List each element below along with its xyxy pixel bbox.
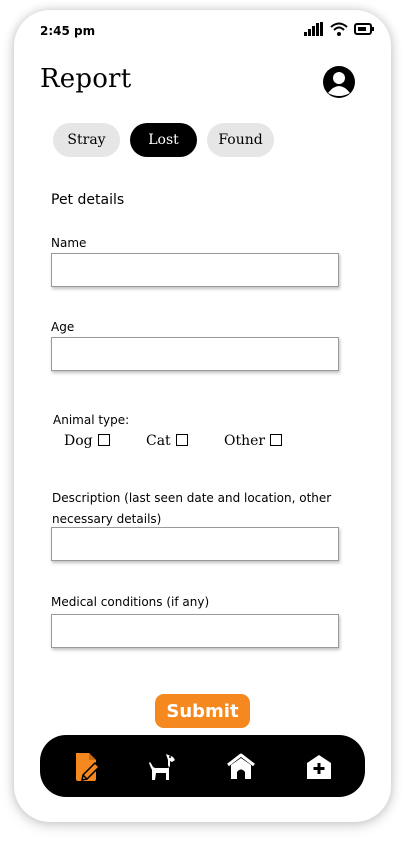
shelter-add-icon[interactable] (303, 751, 335, 783)
description-input[interactable] (52, 528, 338, 560)
page-title: Report (40, 64, 132, 94)
animal-type-label: Animal type: (53, 413, 130, 427)
name-label: Name (51, 236, 87, 250)
tab-found[interactable]: Found (207, 123, 274, 157)
description-label: Description (last seen date and location… (52, 491, 332, 526)
submit-button[interactable]: Submit (155, 694, 250, 728)
name-field-box (51, 253, 339, 287)
status-icons (304, 22, 374, 36)
medical-field-box (51, 614, 339, 648)
option-cat: Cat (146, 433, 188, 449)
cat-checkbox[interactable] (175, 433, 188, 446)
battery-icon (354, 23, 374, 35)
home-icon[interactable] (225, 751, 257, 783)
option-cat-label: Cat (146, 433, 171, 449)
medical-input[interactable] (52, 615, 338, 647)
age-input[interactable] (52, 338, 338, 370)
report-document-icon[interactable] (71, 751, 103, 783)
age-label: Age (51, 320, 75, 334)
status-time: 2:45 pm (40, 24, 96, 38)
user-avatar-icon[interactable] (322, 65, 356, 99)
name-input[interactable] (52, 254, 338, 286)
dog-icon[interactable] (146, 751, 178, 783)
other-checkbox[interactable] (270, 433, 283, 446)
option-dog: Dog (64, 433, 110, 449)
age-field-box (51, 337, 339, 371)
tab-lost[interactable]: Lost (130, 123, 197, 157)
dog-checkbox[interactable] (97, 433, 110, 446)
description-field-box (51, 527, 339, 561)
signal-icon (304, 22, 323, 36)
medical-label: Medical conditions (if any) (51, 595, 210, 609)
section-title: Pet details (51, 192, 125, 208)
option-other: Other (224, 433, 283, 449)
wifi-icon (330, 22, 348, 36)
tab-stray[interactable]: Stray (53, 123, 120, 157)
option-other-label: Other (224, 433, 266, 449)
option-dog-label: Dog (64, 433, 93, 449)
bottom-nav (40, 735, 365, 797)
